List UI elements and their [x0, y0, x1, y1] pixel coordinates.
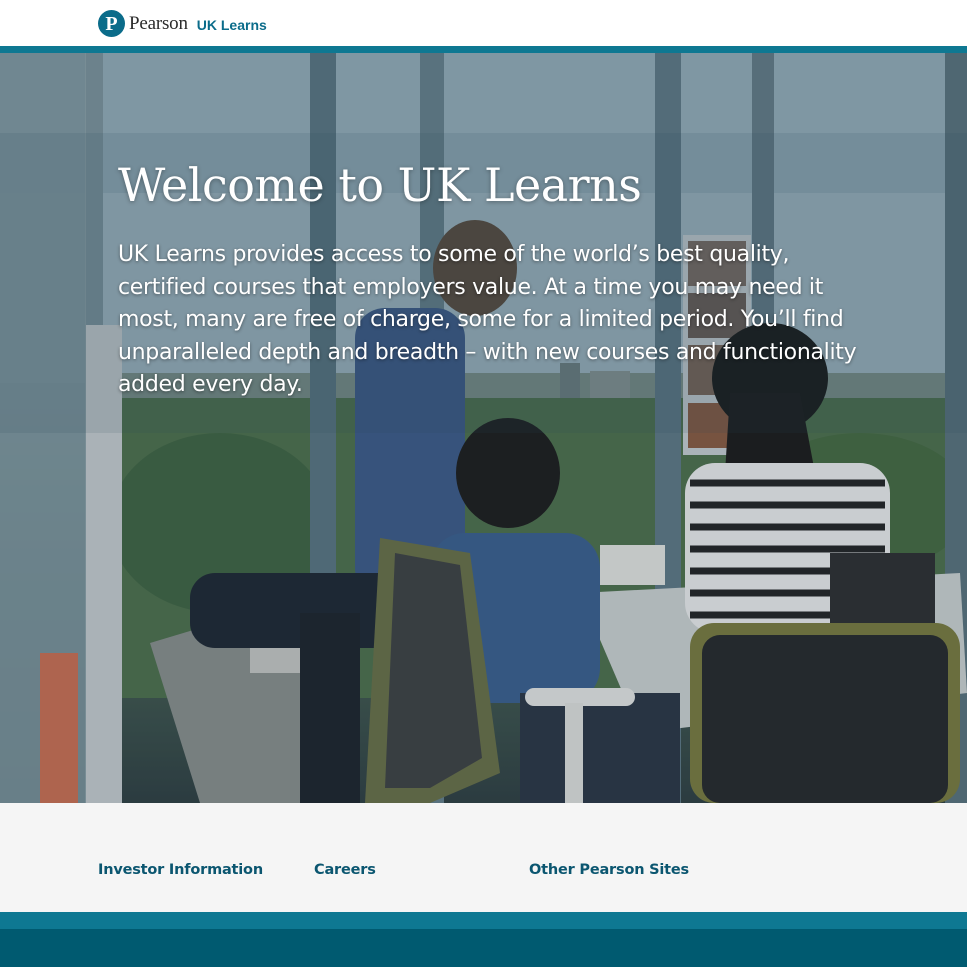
product-name: UK Learns — [196, 16, 267, 33]
hero-content: Welcome to UK Learns UK Learns provides … — [118, 157, 858, 402]
hero-banner: Welcome to UK Learns UK Learns provides … — [0, 53, 967, 803]
footer-bottom-bar — [0, 929, 967, 967]
pearson-logo-icon: P — [98, 10, 125, 37]
brand-name: Pearson — [129, 12, 188, 34]
header-accent-bar — [0, 46, 967, 53]
footer-link-other-pearson-sites[interactable]: Other Pearson Sites — [529, 862, 689, 878]
footer-link-careers[interactable]: Careers — [314, 862, 376, 878]
footer-accent-bar — [0, 912, 967, 929]
site-header: P Pearson UK Learns — [0, 0, 967, 46]
footer-links-section: Investor Information Careers Other Pears… — [0, 803, 967, 912]
pearson-uk-learns-logo[interactable]: P Pearson UK Learns — [98, 8, 267, 39]
hero-title: Welcome to UK Learns — [118, 158, 642, 212]
hero-description: UK Learns provides access to some of the… — [118, 242, 857, 397]
footer-link-investor-information[interactable]: Investor Information — [98, 862, 263, 878]
